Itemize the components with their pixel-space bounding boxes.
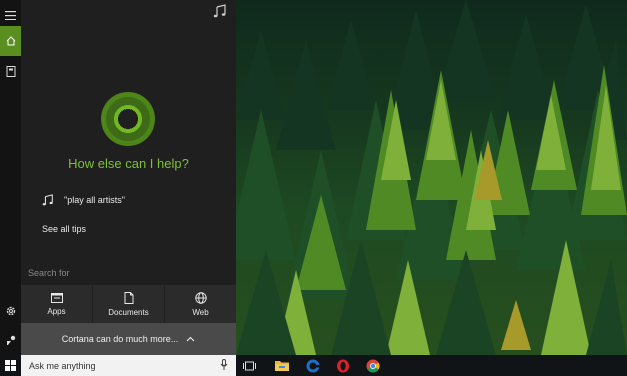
filter-documents-button[interactable]: Documents: [93, 285, 164, 323]
apps-icon: [50, 292, 63, 303]
more-bar-label: Cortana can do much more...: [61, 334, 179, 344]
document-icon: [124, 291, 133, 304]
search-filter-bar: Apps Documents Web: [21, 285, 236, 323]
edge-browser-icon: [306, 359, 319, 372]
cortana-more-button[interactable]: Cortana can do much more...: [21, 323, 236, 355]
file-explorer-icon: [274, 361, 289, 371]
cortana-orb: [101, 92, 155, 146]
edge-browser-button[interactable]: [304, 357, 321, 374]
filter-label: Web: [192, 307, 209, 317]
file-explorer-button[interactable]: [273, 357, 290, 374]
notebook-button[interactable]: [0, 56, 21, 86]
filter-label: Documents: [108, 307, 149, 317]
search-input[interactable]: [29, 360, 209, 371]
music-note-icon[interactable]: [213, 4, 227, 18]
settings-icon: [6, 306, 15, 316]
globe-icon: [194, 291, 207, 304]
taskbar-search-box[interactable]: [21, 355, 236, 376]
tip-suggestion[interactable]: "play all artists": [42, 194, 125, 206]
feedback-button[interactable]: [0, 325, 21, 355]
cortana-nav-rail: [0, 0, 21, 355]
opera-browser-icon: [336, 359, 349, 372]
cortana-headline: How else can I help?: [68, 156, 189, 171]
microphone-icon[interactable]: [220, 359, 228, 371]
chrome-browser-button[interactable]: [364, 357, 381, 374]
desktop-wallpaper: [236, 0, 627, 355]
task-view-button[interactable]: [241, 357, 258, 374]
notebook-icon: [6, 65, 15, 77]
hamburger-menu-icon: [5, 10, 16, 20]
see-all-tips-link[interactable]: See all tips: [42, 224, 86, 234]
opera-browser-button[interactable]: [334, 357, 351, 374]
tip-text: "play all artists": [64, 195, 125, 205]
search-for-label: Search for: [28, 268, 70, 278]
home-button[interactable]: [0, 26, 21, 56]
filter-label: Apps: [47, 306, 66, 316]
filter-web-button[interactable]: Web: [165, 285, 236, 323]
music-note-icon: [42, 194, 53, 206]
taskbar: [0, 355, 627, 376]
filter-apps-button[interactable]: Apps: [21, 285, 92, 323]
cortana-panel: How else can I help? "play all artists" …: [0, 0, 236, 355]
forest-image: [236, 0, 627, 355]
chrome-browser-icon: [366, 359, 379, 372]
windows-start-icon: [5, 360, 16, 371]
feedback-icon: [6, 335, 15, 345]
start-button[interactable]: [0, 355, 21, 376]
chevron-up-icon: [186, 336, 195, 342]
home-icon: [6, 36, 15, 46]
task-view-icon: [243, 361, 256, 370]
settings-button[interactable]: [0, 296, 21, 326]
